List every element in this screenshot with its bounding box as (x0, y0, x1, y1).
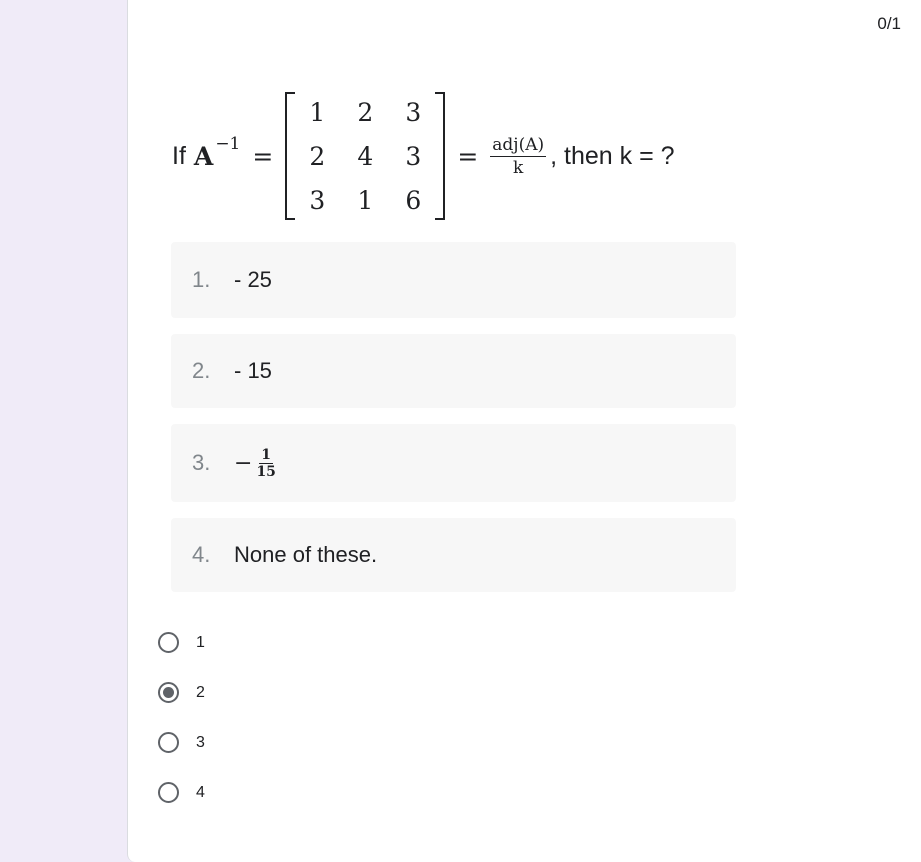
matrix-cell: 3 (309, 185, 326, 215)
matrix-cell: 2 (309, 141, 326, 171)
choice-label: 2 (196, 683, 205, 701)
matrix-name: A (193, 141, 214, 171)
option-fraction: 1 15 (256, 447, 275, 480)
choice-label: 4 (196, 783, 205, 801)
adj-fraction: adj(A) k (490, 134, 547, 178)
option-number: 3. (192, 450, 211, 475)
choice-label: 3 (196, 733, 205, 751)
choice-label: 1 (196, 633, 205, 651)
choice-4[interactable]: 4 (158, 782, 205, 803)
question-text: If A −1 = 1 2 3 2 4 3 3 1 6 = adj(A) k ,… (172, 90, 675, 222)
matrix: 1 2 3 2 4 3 3 1 6 (285, 90, 446, 222)
option-card: 1. - 25 (171, 242, 736, 318)
option-card: 3. − 1 15 (171, 424, 736, 502)
radio-button[interactable] (158, 732, 179, 753)
option-text: - 15 (234, 358, 272, 383)
choice-3[interactable]: 3 (158, 732, 205, 753)
matrix-cell: 6 (405, 185, 422, 215)
fraction-denominator: k (513, 157, 524, 178)
option-minus: − (234, 450, 253, 476)
fraction-numerator: adj(A) (490, 134, 547, 157)
fraction-numerator: 1 (259, 446, 274, 464)
radio-button[interactable] (158, 632, 179, 653)
inverse-exponent: −1 (215, 134, 241, 154)
question-prefix: If (172, 141, 186, 170)
matrix-cell: 3 (405, 141, 422, 171)
radio-button-selected[interactable] (158, 682, 179, 703)
radio-button[interactable] (158, 782, 179, 803)
equals-sign: = (252, 141, 274, 171)
radio-dot-icon (163, 687, 174, 698)
option-number: 1. (192, 267, 211, 292)
left-bracket (285, 92, 296, 220)
choice-2[interactable]: 2 (158, 682, 205, 703)
fraction-denominator: 15 (256, 463, 276, 480)
matrix-cell: 2 (357, 97, 374, 127)
option-card: 2. - 15 (171, 334, 736, 408)
matrix-cell: 4 (357, 141, 374, 171)
matrix-cell: 1 (309, 97, 326, 127)
option-text: None of these. (234, 542, 378, 567)
option-number: 2. (192, 358, 211, 383)
choice-1[interactable]: 1 (158, 632, 205, 653)
option-text: - 25 (234, 267, 272, 292)
option-card: 4. None of these. (171, 518, 736, 592)
question-suffix: , then k = ? (550, 141, 675, 170)
question-card: 0/1 If A −1 = 1 2 3 2 4 3 3 1 6 = adj(A)… (127, 0, 921, 862)
matrix-cell: 3 (405, 97, 422, 127)
equals-sign: = (457, 141, 479, 171)
score-label: 0/1 (877, 14, 901, 33)
right-bracket (435, 92, 446, 220)
option-number: 4. (192, 542, 211, 567)
matrix-cell: 1 (357, 185, 374, 215)
